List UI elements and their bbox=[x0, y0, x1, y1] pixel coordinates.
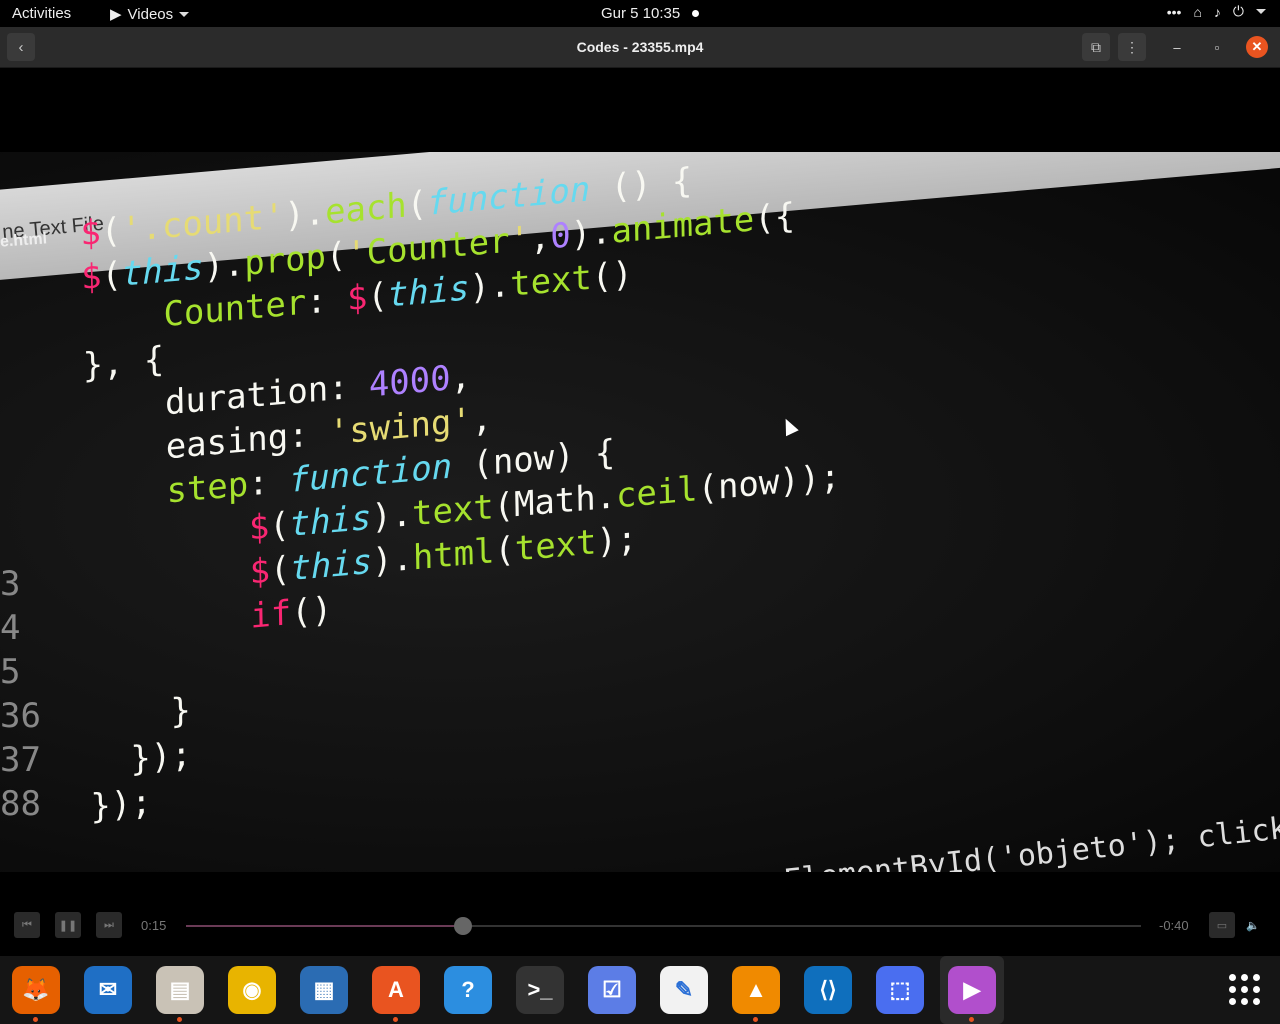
editor-file-tab: e.html bbox=[0, 230, 48, 251]
screenshot-icon: ⬚ bbox=[889, 977, 911, 1002]
line-gutter: 3 4 5 36 37 88 bbox=[0, 562, 41, 826]
seek-bar[interactable] bbox=[186, 925, 1141, 927]
vscode-icon: ⟨⟩ bbox=[819, 977, 837, 1002]
maximize-button[interactable]: ▫ bbox=[1206, 36, 1228, 58]
running-indicator bbox=[33, 1017, 38, 1022]
vlc-icon: ▲ bbox=[745, 977, 767, 1002]
dock-app-screenshot[interactable]: ⬚ bbox=[876, 966, 924, 1014]
running-indicator bbox=[393, 1017, 398, 1022]
power-icon: ⏻ bbox=[1232, 3, 1244, 19]
chevron-down-icon bbox=[1256, 9, 1266, 14]
dock-app-help[interactable]: ? bbox=[444, 966, 492, 1014]
close-icon: ✕ bbox=[1251, 39, 1263, 54]
menu-button[interactable]: ⋮ bbox=[1118, 33, 1146, 61]
libreoffice-writer-icon: ▦ bbox=[313, 977, 335, 1002]
app-menu-label: Videos bbox=[127, 5, 174, 23]
line-number: 36 bbox=[0, 696, 41, 736]
video-area[interactable]: ne Text File e.html 3 4 5 36 37 88 $('.count'… bbox=[0, 68, 1280, 872]
videos-icon: ▶ bbox=[963, 977, 981, 1002]
remaining-time: -0:40 bbox=[1159, 918, 1189, 933]
tasks-icon: ☑ bbox=[602, 977, 622, 1002]
dock-app-thunderbird[interactable]: ✉ bbox=[84, 966, 132, 1014]
pause-icon: ❚❚ bbox=[58, 919, 78, 932]
dock-app-software[interactable]: A bbox=[372, 966, 420, 1022]
volume-icon: 🔈 bbox=[1246, 919, 1260, 932]
firefox-icon: 🦊 bbox=[22, 977, 50, 1002]
activities-button[interactable]: Activities bbox=[12, 5, 71, 22]
dock-app-rhythmbox[interactable]: ◉ bbox=[228, 966, 276, 1014]
dock: 🦊 ✉ ▤ ◉ ▦ A? >_ ☑ ✎ ▲ ⟨⟩ ⬚ ▶ bbox=[0, 956, 1280, 1024]
pause-button[interactable]: ❚❚ bbox=[55, 912, 81, 938]
line-number: 37 bbox=[0, 740, 41, 780]
more-icon[interactable]: ••• bbox=[1167, 4, 1182, 20]
subtitles-icon: ▭ bbox=[1216, 919, 1228, 932]
elapsed-time: 0:15 bbox=[141, 918, 167, 933]
playback-controls: ⏮ ❚❚ ⏭ 0:15 -0:40 ▭ 🔈 bbox=[0, 872, 1280, 956]
network-icon: ⌂ bbox=[1193, 3, 1202, 20]
rhythmbox-icon: ◉ bbox=[242, 977, 262, 1002]
running-indicator bbox=[177, 1017, 182, 1022]
app-menu[interactable]: ▶ Videos bbox=[110, 5, 190, 23]
notification-dot-icon bbox=[692, 10, 699, 17]
window-header: ‹ Codes - 23355.mp4 ⧉ ⋮ – ▫ ✕ bbox=[0, 27, 1280, 68]
volume-button[interactable]: 🔈 bbox=[1240, 912, 1266, 938]
top-bar: Activities ▶ Videos Gur 5 10:35 ••• ⌂ ♪ … bbox=[0, 0, 1280, 27]
fullscreen-icon: ⧉ bbox=[1091, 38, 1101, 55]
dock-app-files[interactable]: ▤ bbox=[156, 966, 204, 1022]
line-number: 4 bbox=[0, 608, 21, 648]
code-block: $('.count').each(function () {$(this).pr… bbox=[80, 152, 845, 829]
play-icon: ▶ bbox=[110, 6, 122, 23]
dock-app-vscode[interactable]: ⟨⟩ bbox=[804, 966, 852, 1014]
show-apps-grid-icon[interactable] bbox=[1229, 974, 1260, 1005]
line-number: 3 bbox=[0, 564, 21, 604]
dock-app-libreoffice-writer[interactable]: ▦ bbox=[300, 966, 348, 1014]
dock-app-firefox[interactable]: 🦊 bbox=[12, 966, 60, 1022]
skip-back-icon: ⏮ bbox=[22, 918, 32, 931]
software-icon: A bbox=[388, 977, 404, 1002]
dock-app-vlc[interactable]: ▲ bbox=[732, 966, 780, 1022]
minimize-icon: – bbox=[1173, 39, 1181, 55]
help-icon: ? bbox=[461, 977, 475, 1002]
volume-icon: ♪ bbox=[1213, 3, 1221, 20]
seek-handle[interactable] bbox=[453, 917, 472, 935]
line-number: 5 bbox=[0, 652, 21, 692]
clock[interactable]: Gur 5 10:35 bbox=[601, 5, 680, 22]
next-button[interactable]: ⏭ bbox=[96, 912, 122, 938]
files-icon: ▤ bbox=[169, 977, 191, 1002]
dock-app-tasks[interactable]: ☑ bbox=[588, 966, 636, 1014]
text-editor-icon: ✎ bbox=[674, 977, 694, 1002]
kebab-menu-icon: ⋮ bbox=[1125, 38, 1139, 55]
seek-bar-fill bbox=[186, 925, 463, 927]
close-button[interactable]: ✕ bbox=[1246, 36, 1268, 58]
fullscreen-button[interactable]: ⧉ bbox=[1082, 33, 1110, 61]
system-tray[interactable]: ••• ⌂ ♪ ⏻ bbox=[1167, 3, 1266, 20]
subtitles-button[interactable]: ▭ bbox=[1209, 912, 1235, 938]
chevron-down-icon bbox=[179, 11, 190, 17]
maximize-icon: ▫ bbox=[1214, 39, 1220, 55]
line-number: 88 bbox=[0, 784, 41, 824]
running-indicator bbox=[969, 1017, 974, 1022]
previous-button[interactable]: ⏮ bbox=[14, 912, 40, 938]
terminal-icon: >_ bbox=[527, 977, 553, 1002]
bottom-code-snippet: function(){ ElementById('objeto'); click… bbox=[782, 810, 1280, 872]
dock-app-videos[interactable]: ▶ bbox=[948, 966, 996, 1022]
dock-app-text-editor[interactable]: ✎ bbox=[660, 966, 708, 1014]
minimize-button[interactable]: – bbox=[1166, 36, 1188, 58]
skip-forward-icon: ⏭ bbox=[104, 918, 114, 931]
video-frame[interactable]: ne Text File e.html 3 4 5 36 37 88 $('.count'… bbox=[0, 152, 1280, 872]
thunderbird-icon: ✉ bbox=[98, 977, 118, 1002]
dock-app-terminal[interactable]: >_ bbox=[516, 966, 564, 1014]
running-indicator bbox=[753, 1017, 758, 1022]
